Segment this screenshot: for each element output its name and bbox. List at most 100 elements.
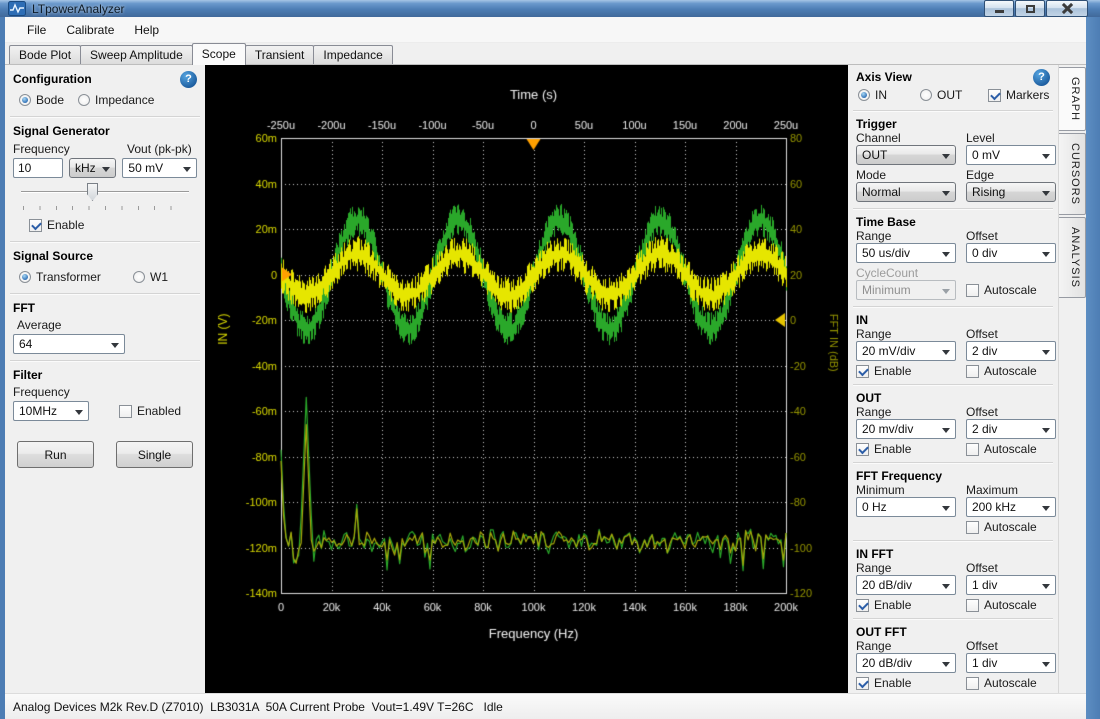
- side-tab-cursors[interactable]: CURSORS: [1059, 133, 1086, 215]
- slider-track: [21, 191, 189, 193]
- markers-checkbox[interactable]: Markers: [988, 88, 1049, 102]
- out-fft-enable-control: [856, 677, 869, 690]
- fft-frequency-autoscale-checkbox[interactable]: Autoscale: [966, 520, 1056, 534]
- out-fft-range-combobox[interactable]: 20 dB/div: [856, 653, 956, 673]
- right-panel: Axis View ? IN OUT: [848, 65, 1058, 693]
- radio-w1-control: [133, 271, 145, 283]
- tab-sweep-amplitude[interactable]: Sweep Amplitude: [80, 45, 193, 64]
- axis-view-title: Axis View: [856, 69, 912, 86]
- left-panel: Configuration ? Bode Impedance: [5, 65, 205, 693]
- menu-item-calibrate[interactable]: Calibrate: [56, 19, 124, 41]
- titlebar[interactable]: LTpowerAnalyzer: [0, 0, 1100, 17]
- section-time-base: Time Base Range Offset 50 us/div 0 div C…: [848, 213, 1058, 303]
- fft-title: FFT: [13, 300, 35, 317]
- out-enable-checkbox[interactable]: Enable: [856, 442, 956, 456]
- tab-bode-plot[interactable]: Bode Plot: [9, 45, 81, 64]
- frequency-input[interactable]: [13, 158, 63, 178]
- trigger-title: Trigger: [856, 117, 897, 131]
- help-icon[interactable]: ?: [1033, 69, 1050, 86]
- maximize-button[interactable]: [1015, 0, 1045, 17]
- in-range-label: Range: [856, 327, 956, 341]
- radio-transformer[interactable]: Transformer: [19, 270, 127, 284]
- in-offset-combobox[interactable]: 2 div: [966, 341, 1056, 361]
- menu-item-help[interactable]: Help: [124, 19, 169, 41]
- in-enable-checkbox[interactable]: Enable: [856, 364, 956, 378]
- fft-minimum-combobox[interactable]: 0 Hz: [856, 497, 956, 517]
- window-border-right: [1086, 17, 1100, 719]
- out-title: OUT: [856, 391, 881, 405]
- radio-impedance-control: [78, 94, 90, 106]
- single-button[interactable]: Single: [116, 441, 193, 468]
- in-autoscale-checkbox[interactable]: Autoscale: [966, 364, 1056, 378]
- tab-scope[interactable]: Scope: [192, 43, 246, 65]
- in-fft-title: IN FFT: [856, 547, 893, 561]
- out-fft-offset-label: Offset: [966, 639, 1056, 653]
- in-fft-autoscale-checkbox[interactable]: Autoscale: [966, 598, 1056, 612]
- frequency-unit-combobox[interactable]: kHz: [69, 158, 116, 178]
- minimize-button[interactable]: [984, 0, 1014, 17]
- filter-frequency-combobox[interactable]: 10MHz: [13, 401, 89, 421]
- close-button[interactable]: [1046, 0, 1088, 17]
- in-fft-range-combobox[interactable]: 20 dB/div: [856, 575, 956, 595]
- time-base-range-label: Range: [856, 229, 956, 243]
- out-offset-combobox[interactable]: 2 div: [966, 419, 1056, 439]
- radio-axis-in[interactable]: IN: [858, 88, 914, 102]
- out-autoscale-checkbox[interactable]: Autoscale: [966, 442, 1056, 456]
- separator: [10, 293, 200, 295]
- section-filter: Filter Frequency 10MHz Enabled Run Singl…: [5, 365, 205, 471]
- tab-impedance[interactable]: Impedance: [313, 45, 392, 64]
- time-base-offset-combobox[interactable]: 0 div: [966, 243, 1056, 263]
- section-configuration: Configuration ? Bode Impedance: [5, 69, 205, 113]
- radio-impedance[interactable]: Impedance: [78, 93, 154, 107]
- trigger-edge-combobox[interactable]: Rising: [966, 182, 1056, 202]
- filter-enabled-checkbox[interactable]: Enabled: [119, 404, 181, 418]
- fft-minimum-label: Minimum: [856, 483, 956, 497]
- vout-combobox[interactable]: 50 mV: [122, 158, 197, 178]
- trigger-mode-combobox[interactable]: Normal: [856, 182, 956, 202]
- filter-title: Filter: [13, 367, 42, 384]
- separator: [10, 360, 200, 362]
- time-base-range-combobox[interactable]: 50 us/div: [856, 243, 956, 263]
- average-combobox[interactable]: 64: [13, 334, 125, 354]
- time-base-autoscale-checkbox[interactable]: Autoscale: [966, 283, 1056, 297]
- radio-w1[interactable]: W1: [133, 270, 168, 284]
- fft-maximum-combobox[interactable]: 200 kHz: [966, 497, 1056, 517]
- side-tabs: GRAPH CURSORS ANALYSIS: [1058, 65, 1086, 693]
- section-axis-view: Axis View ? IN OUT: [848, 67, 1058, 107]
- separator: [10, 116, 200, 118]
- out-range-label: Range: [856, 405, 956, 419]
- out-range-combobox[interactable]: 20 mv/div: [856, 419, 956, 439]
- slider-thumb[interactable]: [87, 183, 98, 201]
- scope-canvas[interactable]: [205, 65, 848, 657]
- out-fft-offset-combobox[interactable]: 1 div: [966, 653, 1056, 673]
- side-tab-graph[interactable]: GRAPH: [1059, 67, 1086, 131]
- radio-axis-in-control: [858, 89, 870, 101]
- trigger-level-combobox[interactable]: 0 mV: [966, 145, 1056, 165]
- side-tab-analysis[interactable]: ANALYSIS: [1059, 217, 1086, 298]
- maximize-icon: [1026, 5, 1035, 13]
- time-base-title: Time Base: [856, 215, 916, 229]
- radio-bode[interactable]: Bode: [19, 93, 64, 107]
- frequency-slider[interactable]: [19, 182, 191, 212]
- help-icon[interactable]: ?: [180, 71, 197, 88]
- radio-axis-out[interactable]: OUT: [920, 88, 982, 102]
- separator: [853, 208, 1053, 210]
- enable-checkbox[interactable]: Enable: [29, 218, 84, 232]
- out-fft-autoscale-checkbox[interactable]: Autoscale: [966, 676, 1056, 690]
- tab-transient[interactable]: Transient: [245, 45, 315, 64]
- run-button[interactable]: Run: [17, 441, 94, 468]
- time-base-autoscale-control: [966, 284, 979, 297]
- section-fft-frequency: FFT Frequency Minimum Maximum 0 Hz 200 k…: [848, 467, 1058, 537]
- in-fft-offset-combobox[interactable]: 1 div: [966, 575, 1056, 595]
- trigger-channel-combobox[interactable]: OUT: [856, 145, 956, 165]
- frequency-label: Frequency: [13, 142, 121, 156]
- menu-item-file[interactable]: File: [17, 19, 56, 41]
- in-fft-enable-checkbox[interactable]: Enable: [856, 598, 956, 612]
- in-range-combobox[interactable]: 20 mV/div: [856, 341, 956, 361]
- plot-area: [205, 65, 848, 693]
- trigger-edge-label: Edge: [966, 168, 1056, 182]
- status-text: Analog Devices M2k Rev.D (Z7010) LB3031A…: [13, 700, 503, 714]
- filter-frequency-label: Frequency: [13, 385, 197, 399]
- out-fft-enable-checkbox[interactable]: Enable: [856, 676, 956, 690]
- separator: [853, 110, 1053, 112]
